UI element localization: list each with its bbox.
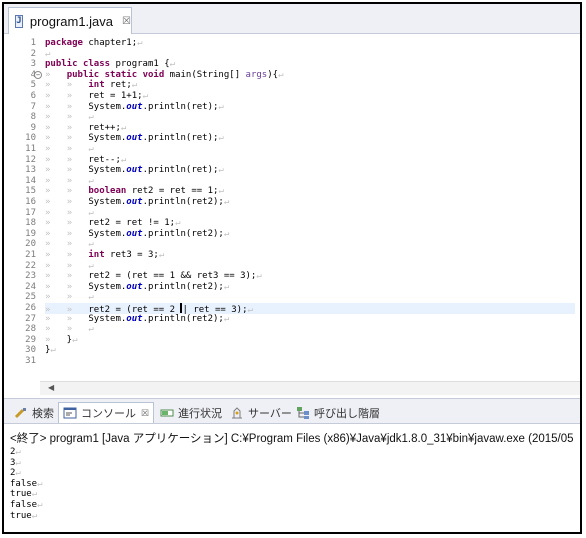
- code-line[interactable]: » » ret2 = ret != 1;↵: [45, 218, 575, 229]
- call-hierarchy-icon: [296, 406, 310, 420]
- line-number: 5: [30, 80, 36, 91]
- code-line[interactable]: » » ret = 1+1;↵: [45, 91, 575, 102]
- horizontal-scrollbar[interactable]: ◀: [40, 381, 580, 395]
- console-output-line: true↵: [10, 510, 38, 521]
- code-line[interactable]: » » ↵: [45, 208, 575, 219]
- panel-tab-label: 検索: [32, 407, 54, 420]
- line-number: 29: [25, 334, 36, 345]
- line-number: 16: [25, 197, 36, 207]
- panel-tab-label: 呼び出し階層: [314, 407, 380, 420]
- console-output-line: true↵: [10, 489, 38, 500]
- tab-search[interactable]: 検索: [10, 402, 54, 423]
- code-line[interactable]: » » ret2 = (ret == 2 | ret == 3);↵: [45, 303, 575, 315]
- code-line[interactable]: » » ret2 = (ret == 1 && ret3 == 3);↵: [45, 271, 575, 282]
- line-number: 15: [25, 186, 36, 197]
- code-line[interactable]: public class program1 {↵: [45, 59, 575, 70]
- tab-console[interactable]: コンソール ☒: [58, 402, 155, 423]
- line-number: 3: [30, 59, 36, 70]
- tab-servers[interactable]: サーバー: [226, 402, 292, 423]
- line-number: 30: [25, 345, 36, 356]
- line-number: 22: [25, 260, 36, 271]
- line-number: 11: [25, 144, 36, 154]
- code-line[interactable]: » » System.out.println(ret2);↵: [45, 197, 575, 208]
- line-number: 9: [30, 122, 36, 133]
- panel-tab-label: 進行状況: [178, 407, 222, 420]
- code-line[interactable]: » » ret++;↵: [45, 123, 575, 134]
- code-line[interactable]: » public static void main(String[] args)…: [45, 70, 575, 81]
- code-line[interactable]: » » ↵: [45, 292, 575, 303]
- code-line[interactable]: ↵: [45, 49, 575, 60]
- code-line[interactable]: }↵: [45, 345, 575, 356]
- line-number: 17: [25, 207, 36, 218]
- line-number: 12: [25, 154, 36, 165]
- code-line[interactable]: » » System.out.println(ret);↵: [45, 102, 575, 113]
- line-number: 13: [25, 165, 36, 176]
- line-number: 18: [25, 218, 36, 229]
- line-number: 31: [25, 356, 36, 366]
- code-line[interactable]: package chapter1;↵: [45, 38, 575, 49]
- code-line[interactable]: » » ↵: [45, 324, 575, 335]
- servers-icon: [230, 406, 244, 420]
- console-header: <終了> program1 [Java アプリケーション] C:¥Program…: [10, 433, 574, 445]
- search-icon: [14, 406, 28, 420]
- line-number-ruler: 1234−56789101112131415161718192021222324…: [4, 35, 42, 377]
- progress-icon: [160, 406, 174, 420]
- close-icon[interactable]: ☒: [141, 408, 149, 419]
- code-line[interactable]: » » int ret;↵: [45, 80, 575, 91]
- code-line[interactable]: » » ↵: [45, 112, 575, 123]
- line-number: 21: [25, 250, 36, 260]
- line-number: 10: [25, 133, 36, 144]
- panel-tab-label: サーバー: [248, 407, 292, 420]
- panel-tab-label: コンソール: [81, 408, 136, 420]
- line-number: 4: [4, 70, 36, 81]
- close-icon[interactable]: ☒: [122, 16, 131, 27]
- line-number: 25: [25, 292, 36, 303]
- code-line[interactable]: » » System.out.println(ret2);↵: [45, 229, 575, 240]
- line-number: 8: [30, 112, 36, 123]
- code-line[interactable]: » » ↵: [45, 261, 575, 272]
- eclipse-window: J program1.java ☒ 1234−56789101112131415…: [2, 2, 582, 534]
- line-number: 28: [25, 324, 36, 335]
- java-file-icon: J: [15, 14, 23, 28]
- code-line[interactable]: » » System.out.println(ret);↵: [45, 165, 575, 176]
- line-number: 2: [30, 48, 36, 59]
- console-output-line: false↵: [10, 499, 43, 510]
- line-number: 26: [25, 303, 36, 313]
- console-icon: [63, 406, 77, 420]
- code-line[interactable]: » » System.out.println(ret);↵: [45, 133, 575, 144]
- editor-tab-program1[interactable]: J program1.java ☒: [8, 7, 132, 34]
- code-editor[interactable]: 1234−56789101112131415161718192021222324…: [4, 35, 580, 395]
- code-line[interactable]: » » boolean ret2 = ret == 1;↵: [45, 186, 575, 197]
- scroll-left-arrow-icon[interactable]: ◀: [48, 383, 54, 392]
- console-output-line: 3↵: [10, 457, 21, 468]
- code-line[interactable]: » » System.out.println(ret2);↵: [45, 282, 575, 293]
- fold-collapse-icon[interactable]: −: [34, 70, 42, 79]
- line-number: 6: [30, 91, 36, 101]
- line-number: 1: [30, 38, 36, 48]
- line-number: 14: [25, 175, 36, 186]
- code-line[interactable]: » » System.out.println(ret2);↵: [45, 314, 575, 325]
- editor-tab-bar: J program1.java ☒: [4, 4, 580, 34]
- code-line[interactable]: » » ret--;↵: [45, 155, 575, 166]
- bottom-panel-tab-bar: 検索 コンソール ☒ 進行状況 サーバー 呼び出し階層: [4, 398, 580, 424]
- code-line[interactable]: » » ↵: [45, 176, 575, 187]
- line-number: 24: [25, 281, 36, 292]
- code-line[interactable]: » » ↵: [45, 239, 575, 250]
- line-number: 7: [30, 101, 36, 112]
- console-output: 2↵ 3↵ 2↵ false↵ true↵ false↵ true↵: [10, 447, 580, 521]
- line-number: 27: [25, 313, 36, 324]
- line-number: 20: [25, 239, 36, 250]
- code-line[interactable]: » }↵: [45, 335, 575, 346]
- console-output-line: 2↵: [10, 447, 21, 457]
- console-output-line: false↵: [10, 478, 43, 489]
- code-line[interactable]: [45, 356, 575, 367]
- tab-progress[interactable]: 進行状況: [156, 402, 222, 423]
- tab-call-hierarchy[interactable]: 呼び出し階層: [292, 402, 380, 423]
- line-number: 19: [25, 228, 36, 239]
- code-line[interactable]: » » int ret3 = 3;↵: [45, 250, 575, 261]
- line-number: 23: [25, 271, 36, 282]
- editor-tab-label: program1.java: [29, 13, 114, 29]
- console-output-line: 2↵: [10, 468, 21, 479]
- code-line[interactable]: » » ↵: [45, 144, 575, 155]
